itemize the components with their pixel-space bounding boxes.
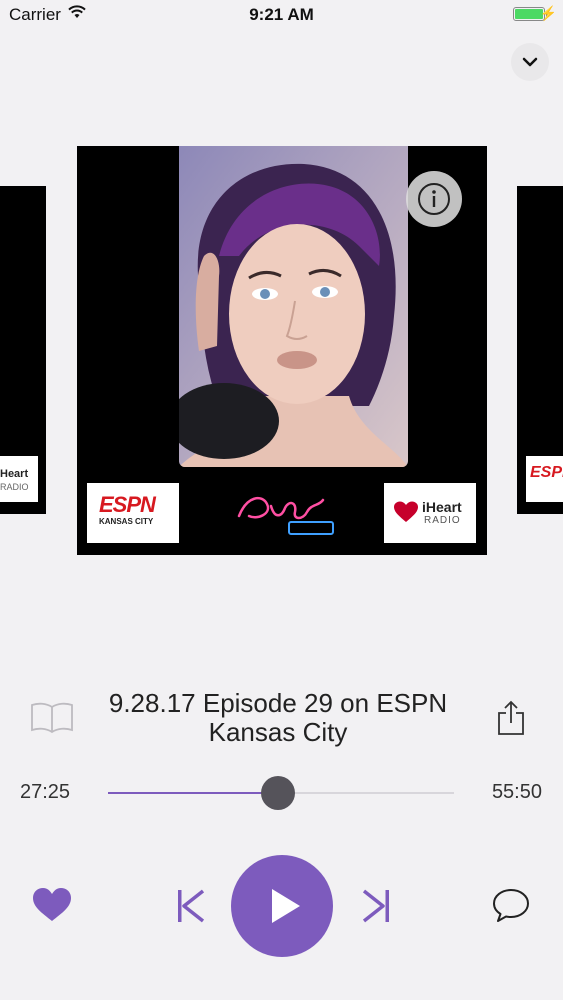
status-bar: Carrier 9:21 AM ⚡ [0,0,563,30]
episode-title: 9.28.17 Episode 29 on ESPN Kansas City [108,688,448,747]
next-button[interactable] [361,888,391,929]
previous-button[interactable] [176,888,206,929]
share-button[interactable] [496,700,526,741]
play-icon [272,889,300,923]
skip-forward-icon [362,889,389,923]
comment-icon [493,889,529,922]
episode-artwork: ESPN KANSAS CITY iHeart RADIO [77,146,487,555]
episode-notes-button[interactable] [30,701,74,738]
total-duration: 55:50 [491,781,542,803]
info-button[interactable] [406,171,462,227]
neon-show-logo [227,486,339,542]
comments-button[interactable] [492,887,530,928]
iheart-logo-partial: Heart RADIO [0,456,38,502]
collapse-player-button[interactable] [511,43,549,81]
iheart-radio-logo: iHeart RADIO [384,483,476,543]
skip-back-icon [178,889,205,923]
progress-slider[interactable] [108,776,454,810]
favorite-button[interactable] [32,887,72,928]
heart-icon [33,888,71,921]
status-time: 9:21 AM [249,5,314,24]
chevron-down-icon [522,57,538,67]
elapsed-time: 27:25 [20,781,71,803]
info-icon [418,183,450,215]
play-button[interactable] [231,855,333,957]
espn-kansas-city-logo: ESPN KANSAS CITY [87,483,179,543]
charging-icon: ⚡ [539,5,557,21]
host-photo [179,146,408,467]
progress-fill [108,792,278,794]
previous-episode-artwork[interactable]: Heart RADIO [0,186,46,514]
iheart-icon [394,501,418,522]
next-episode-artwork[interactable]: ESPN [517,186,563,514]
book-icon [31,702,73,734]
share-icon [498,700,524,735]
progress-thumb[interactable] [260,776,295,810]
espn-logo-partial: ESPN [526,456,563,502]
